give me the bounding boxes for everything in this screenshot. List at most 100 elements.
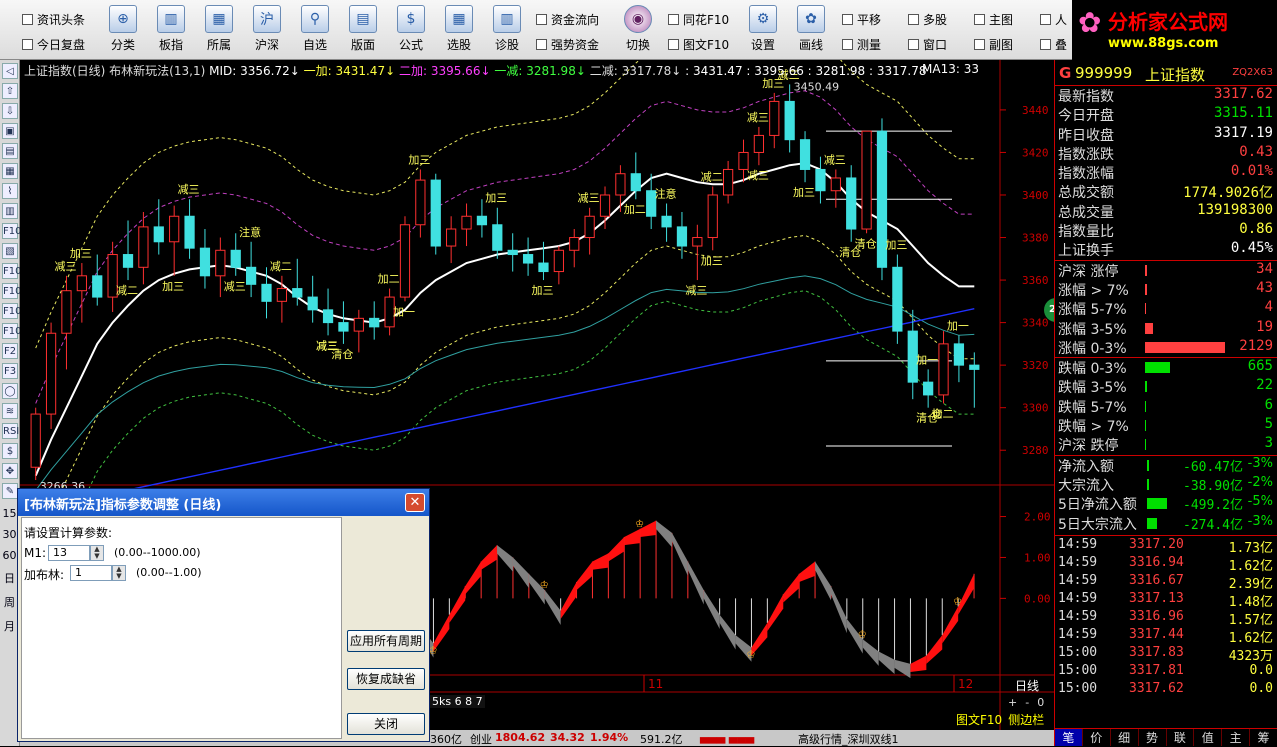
diagnose-button[interactable]: ▥ 诊股: [486, 3, 528, 57]
tonghua-f10-check[interactable]: 同花F10: [668, 11, 729, 28]
tick-volume: 1.62亿: [1228, 558, 1273, 574]
left-tool-icon[interactable]: F10: [2, 283, 21, 299]
overlay-check[interactable]: 叠: [1040, 36, 1067, 53]
dialog-prompt: 请设置计算参数:: [24, 526, 113, 540]
signal-label: 加三: [408, 153, 430, 166]
signal-label: 减三: [178, 183, 200, 196]
switch-button[interactable]: ◉ 切换: [617, 3, 659, 57]
hushen-button[interactable]: 沪沪深: [246, 3, 288, 57]
breadth-row: 涨幅 > 7% 43: [1055, 280, 1277, 299]
dialog-param-area: 请设置计算参数: M1: 13 ▲ ▼ (0.00--1000.00) 加布林: …: [21, 517, 342, 739]
apply-all-periods-button[interactable]: 应用所有周期: [347, 630, 425, 652]
left-tool-icon[interactable]: ◯: [2, 383, 18, 399]
sub-tick-label: 2.00: [1024, 511, 1051, 524]
right-panel-tab[interactable]: 筹: [1250, 729, 1277, 746]
tick-price: 3317.44: [1129, 626, 1184, 642]
daily-review-check[interactable]: 今日复盘: [22, 36, 85, 53]
right-panel-tab[interactable]: 势: [1139, 729, 1167, 746]
bollinger-spinner[interactable]: ▲ ▼: [112, 565, 126, 581]
category-button[interactable]: ⊕ 分类: [102, 3, 144, 57]
right-panel-tab[interactable]: 值: [1194, 729, 1223, 746]
strong-fund-check[interactable]: 强势资金: [536, 36, 599, 53]
dialog-close-x-button[interactable]: ✕: [405, 493, 425, 512]
left-tool-icon[interactable]: RSI: [2, 423, 19, 439]
bollinger-input[interactable]: 1: [70, 565, 112, 581]
left-tool-icon[interactable]: ▥: [2, 203, 18, 219]
m1-input[interactable]: 13: [48, 545, 90, 561]
left-tool-icon[interactable]: ≋: [2, 403, 18, 419]
y-tick-label: 3280: [1022, 444, 1049, 457]
left-tool-icon[interactable]: F10: [2, 323, 21, 339]
stock-pick-button[interactable]: ▦ 选股: [438, 3, 480, 57]
left-tool-icon[interactable]: F3: [2, 363, 18, 379]
multi-stock-check[interactable]: 多股: [908, 11, 947, 28]
left-tool-icon[interactable]: ◁: [2, 63, 18, 79]
formula-button[interactable]: $ 公式: [390, 3, 432, 57]
candle-body: [45, 332, 57, 415]
left-tool-icon[interactable]: ✥: [2, 463, 18, 479]
m1-spinner[interactable]: ▲ ▼: [90, 545, 104, 561]
news-headline-check[interactable]: 资讯头条: [22, 11, 85, 28]
main-chart-check[interactable]: 主图: [974, 11, 1013, 28]
sub-chart-check[interactable]: 副图: [974, 36, 1013, 53]
signal-label: 减二: [270, 260, 292, 273]
zoom-reset-button[interactable]: 0: [1037, 696, 1044, 709]
breadth-bar: [1145, 283, 1147, 295]
restore-default-button[interactable]: 恢复成缺省: [347, 668, 425, 690]
dialog-close-button[interactable]: 关闭: [347, 713, 425, 735]
sidebar-link[interactable]: 侧边栏: [1008, 711, 1044, 728]
left-tool-icon[interactable]: F10: [2, 303, 21, 319]
zoom-in-button[interactable]: +: [1008, 696, 1017, 709]
watchlist-button[interactable]: ⚲ 自选: [294, 3, 336, 57]
person-check[interactable]: 人: [1040, 11, 1067, 28]
y-tick-label: 3380: [1022, 232, 1049, 245]
left-tool-icon[interactable]: ▣: [2, 123, 18, 139]
candle-body: [76, 275, 87, 292]
zoom-controls[interactable]: + - 0: [1008, 696, 1044, 709]
tick-price: 3317.83: [1129, 644, 1184, 660]
tuwen-f10-check[interactable]: 图文F10: [668, 36, 729, 53]
left-tool-icon[interactable]: ▧: [2, 243, 18, 259]
board-index-button[interactable]: ▥ 板指: [150, 3, 192, 57]
bottom-period-tabs[interactable]: 5ks 6 8 7: [430, 695, 485, 708]
flow-bar: [1147, 517, 1157, 529]
left-tool-icon[interactable]: ▦: [2, 163, 18, 179]
zoom-out-button[interactable]: -: [1025, 696, 1029, 709]
right-panel-tab[interactable]: 细: [1111, 729, 1139, 746]
status-volume-a: 360亿: [430, 733, 462, 746]
left-tool-icon[interactable]: $: [2, 443, 18, 459]
pan-check[interactable]: 平移: [842, 11, 881, 28]
breadth-row: 跌幅 > 7% 5: [1055, 416, 1277, 435]
right-panel-tabs[interactable]: 笔价细势联值主筹: [1055, 728, 1277, 746]
window-check[interactable]: 窗口: [908, 36, 947, 53]
status-cyb-change: 34.32: [550, 731, 585, 744]
right-panel-tab[interactable]: 笔: [1055, 729, 1083, 746]
right-panel-tab[interactable]: 主: [1222, 729, 1251, 746]
candle-body: [122, 254, 134, 268]
tuwen-f10-link[interactable]: 图文F10: [956, 711, 1002, 728]
fund-flow-check[interactable]: 资金流向: [536, 11, 599, 28]
breadth-label: 涨幅 3-5%: [1058, 321, 1127, 338]
left-tool-icon[interactable]: ▤: [2, 143, 18, 159]
left-tool-icon[interactable]: ✎: [2, 483, 18, 499]
left-tool-icon[interactable]: ⌇: [2, 183, 18, 199]
measure-check[interactable]: 测量: [842, 36, 881, 53]
breadth-label: 沪深 跌停: [1058, 438, 1119, 455]
draw-line-button[interactable]: ✿ 画线: [790, 3, 832, 57]
settings-button[interactable]: ⚙ 设置: [742, 3, 784, 57]
left-tool-icon[interactable]: F2: [2, 343, 18, 359]
candle-body: [399, 224, 411, 298]
left-tool-icon[interactable]: F10: [2, 263, 21, 279]
right-panel-tab[interactable]: 联: [1167, 729, 1195, 746]
layout-button[interactable]: ▤ 版面: [342, 3, 384, 57]
left-tool-icon[interactable]: ⇧: [2, 83, 18, 99]
signal-label: 加三: [162, 280, 184, 293]
left-tool-icon[interactable]: ⇩: [2, 103, 18, 119]
breadth-row: 跌幅 3-5% 22: [1055, 377, 1277, 396]
quote-row: 最新指数 3317.62: [1055, 86, 1277, 105]
tick-volume: 1.62亿: [1228, 630, 1273, 646]
belongs-button[interactable]: ▦ 所属: [198, 3, 240, 57]
left-tool-icon[interactable]: F10: [2, 223, 21, 239]
right-panel-tab[interactable]: 价: [1083, 729, 1111, 746]
flow-pct: -5%: [1247, 494, 1273, 510]
